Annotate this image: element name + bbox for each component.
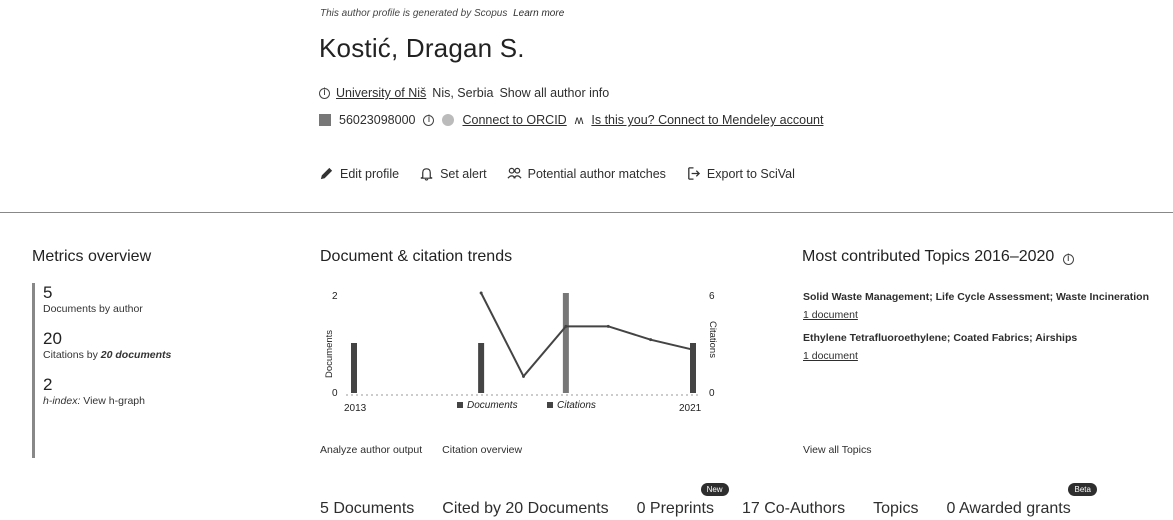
tab-topics[interactable]: Topics [873,500,918,518]
tab-documents[interactable]: 5 Documents [320,500,414,518]
topics-title: Most contributed Topics 2016–2020 i [802,248,1074,266]
generated-note-text: This author profile is generated by Scop… [320,8,508,19]
documents-label: Documents by author [43,303,143,315]
affiliation-row: i University of Niš Nis, Serbia Show all… [319,86,609,100]
citations-label-prefix: Citations by [43,349,98,361]
identifier-row: 56023098000 i Connect to ORCID ʍ Is this… [319,113,823,127]
set-alert-button[interactable]: Set alert [419,166,487,181]
potential-author-matches-label: Potential author matches [527,166,666,181]
edit-profile-label: Edit profile [340,166,400,181]
tab-co-authors[interactable]: 17 Co-Authors [742,500,845,518]
left-axis-tick: 2 [332,291,338,302]
metrics-panel: 5 Documents by author 20 Citations by 20… [32,283,252,458]
trend-links: Analyze author output Citation overview [320,444,522,456]
legend-citations-swatch [547,402,553,408]
university-link[interactable]: University of Niš [336,86,426,100]
legend-documents-swatch [457,402,463,408]
citations-point [479,291,483,295]
citations-count: 20 [43,329,62,348]
topic-item: Ethylene Tetrafluoroethylene; Coated Fab… [803,331,1153,362]
h-index-label: h-index: View h-graph [43,395,252,407]
x-axis-tick: 2021 [679,403,702,414]
action-bar: Edit profile Set alert Potential author … [319,166,795,181]
documents-count: 5 [43,283,53,302]
trend-chart: 2 0 6 0 Documents Citations 2013 2021 Documents C… [324,291,718,414]
citations-label: Citations by 20 documents [43,349,252,361]
info-icon: i [319,87,330,99]
right-axis-tick: 6 [709,291,715,302]
topic-item: Solid Waste Management; Life Cycle Asses… [803,290,1153,321]
topic-name: Ethylene Tetrafluoroethylene; Coated Fab… [803,332,1078,344]
info-icon[interactable]: i [1062,253,1074,265]
citations-point [564,324,568,328]
view-h-graph-link[interactable]: View h-graph [83,395,145,407]
right-axis-tick: 0 [709,388,715,399]
trends-title: Document & citation trends [320,248,513,265]
left-axis-label: Documents [324,330,335,378]
pencil-icon [320,167,333,180]
beta-badge: Beta [1068,483,1097,496]
citations-point [691,348,695,352]
info-icon[interactable]: i [423,114,435,126]
tab-label: Cited by 20 Documents [442,500,609,517]
scopus-id-icon [319,114,331,126]
topic-name: Solid Waste Management; Life Cycle Asses… [803,291,1150,303]
learn-more-link[interactable]: Learn more [513,8,564,19]
location-text: Nis, Serbia [432,86,494,100]
legend-citations-label: Citations [557,400,596,411]
tab-awarded-grants[interactable]: 0 Awarded grants Beta [946,483,1097,518]
tab-label: 17 Co-Authors [741,500,846,517]
author-id: 56023098000 [339,113,416,127]
h-index-value: 2 [43,375,53,394]
citations-point [606,324,610,328]
connect-orcid-link[interactable]: Connect to ORCID [462,113,566,127]
tab-cited-by[interactable]: Cited by 20 Documents [442,500,608,518]
topics-title-text: Most contributed Topics 2016–2020 [802,248,1055,265]
right-axis-label: Citations [707,321,718,358]
topics-list: Solid Waste Management; Life Cycle Asses… [803,290,1153,372]
edit-profile-button[interactable]: Edit profile [319,166,399,181]
analyze-author-output-link[interactable]: Analyze author output [320,444,422,456]
show-all-author-info-link[interactable]: Show all author info [499,86,609,100]
export-scival-label: Export to SciVal [706,166,795,181]
metrics-overview-title: Metrics overview [32,248,152,265]
documents-bar [478,343,485,393]
citations-point [522,374,525,378]
new-badge: New [700,483,729,496]
bell-icon [420,168,433,181]
documents-bar [351,343,357,393]
mendeley-icon: ʍ [574,113,584,127]
set-alert-label: Set alert [440,166,487,181]
tab-label: 5 Documents [320,500,415,517]
header-divider [0,212,1173,213]
citations-line [480,292,694,379]
potential-author-matches-button[interactable]: Potential author matches [507,166,666,181]
view-all-topics-link[interactable]: View all Topics [803,444,871,456]
h-index-text: h-index: [43,395,81,407]
citation-overview-link[interactable]: Citation overview [442,444,522,456]
mendeley-link[interactable]: Is this you? Connect to Mendeley account [591,113,823,127]
legend-documents-label: Documents [467,400,518,411]
citations-point [649,338,653,342]
citations-label-count: 20 documents [100,349,172,361]
profile-tabs: 5 Documents Cited by 20 Documents 0 Prep… [320,483,1097,518]
tab-label: 0 Preprints [636,500,714,517]
people-icon [507,167,522,179]
export-scival-button[interactable]: Export to SciVal [686,166,795,181]
documents-bar [562,293,569,393]
left-axis-tick: 0 [332,388,338,399]
tab-label: Topics [873,500,919,517]
tab-preprints[interactable]: 0 Preprints New [636,483,729,518]
topic-document-link[interactable]: 1 document [803,309,1153,321]
x-axis-tick: 2013 [344,403,367,414]
orcid-icon [442,114,455,126]
generated-note: This author profile is generated by Scop… [320,8,564,19]
topic-document-link[interactable]: 1 document [803,350,1153,362]
export-icon [688,167,700,180]
tab-label: 0 Awarded grants [946,500,1071,517]
author-name: Kostić, Dragan S. [319,33,525,63]
